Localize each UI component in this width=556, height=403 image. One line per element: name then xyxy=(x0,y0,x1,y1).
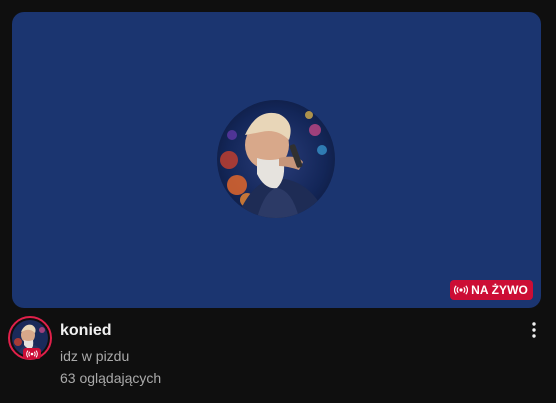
channel-avatar[interactable] xyxy=(8,316,52,360)
video-thumbnail[interactable]: NA ŻYWO xyxy=(12,12,541,308)
live-video-card: NA ŻYWO konied idz w pizdu 63 oglądający… xyxy=(0,0,556,403)
video-title[interactable]: konied xyxy=(60,321,161,341)
more-options-button[interactable] xyxy=(524,320,544,344)
channel-name[interactable]: idz w pizdu xyxy=(60,345,161,367)
video-meta: konied idz w pizdu 63 oglądających xyxy=(60,321,161,389)
more-vert-icon xyxy=(532,321,536,343)
viewer-count: 63 oglądających xyxy=(60,370,162,386)
channel-photo-large xyxy=(217,100,335,218)
video-details: konied idz w pizdu 63 oglądających xyxy=(8,316,548,396)
live-badge-label: NA ŻYWO xyxy=(471,283,528,297)
live-badge: NA ŻYWO xyxy=(450,280,533,300)
broadcast-icon xyxy=(454,285,469,295)
channel-live-indicator xyxy=(23,348,41,359)
